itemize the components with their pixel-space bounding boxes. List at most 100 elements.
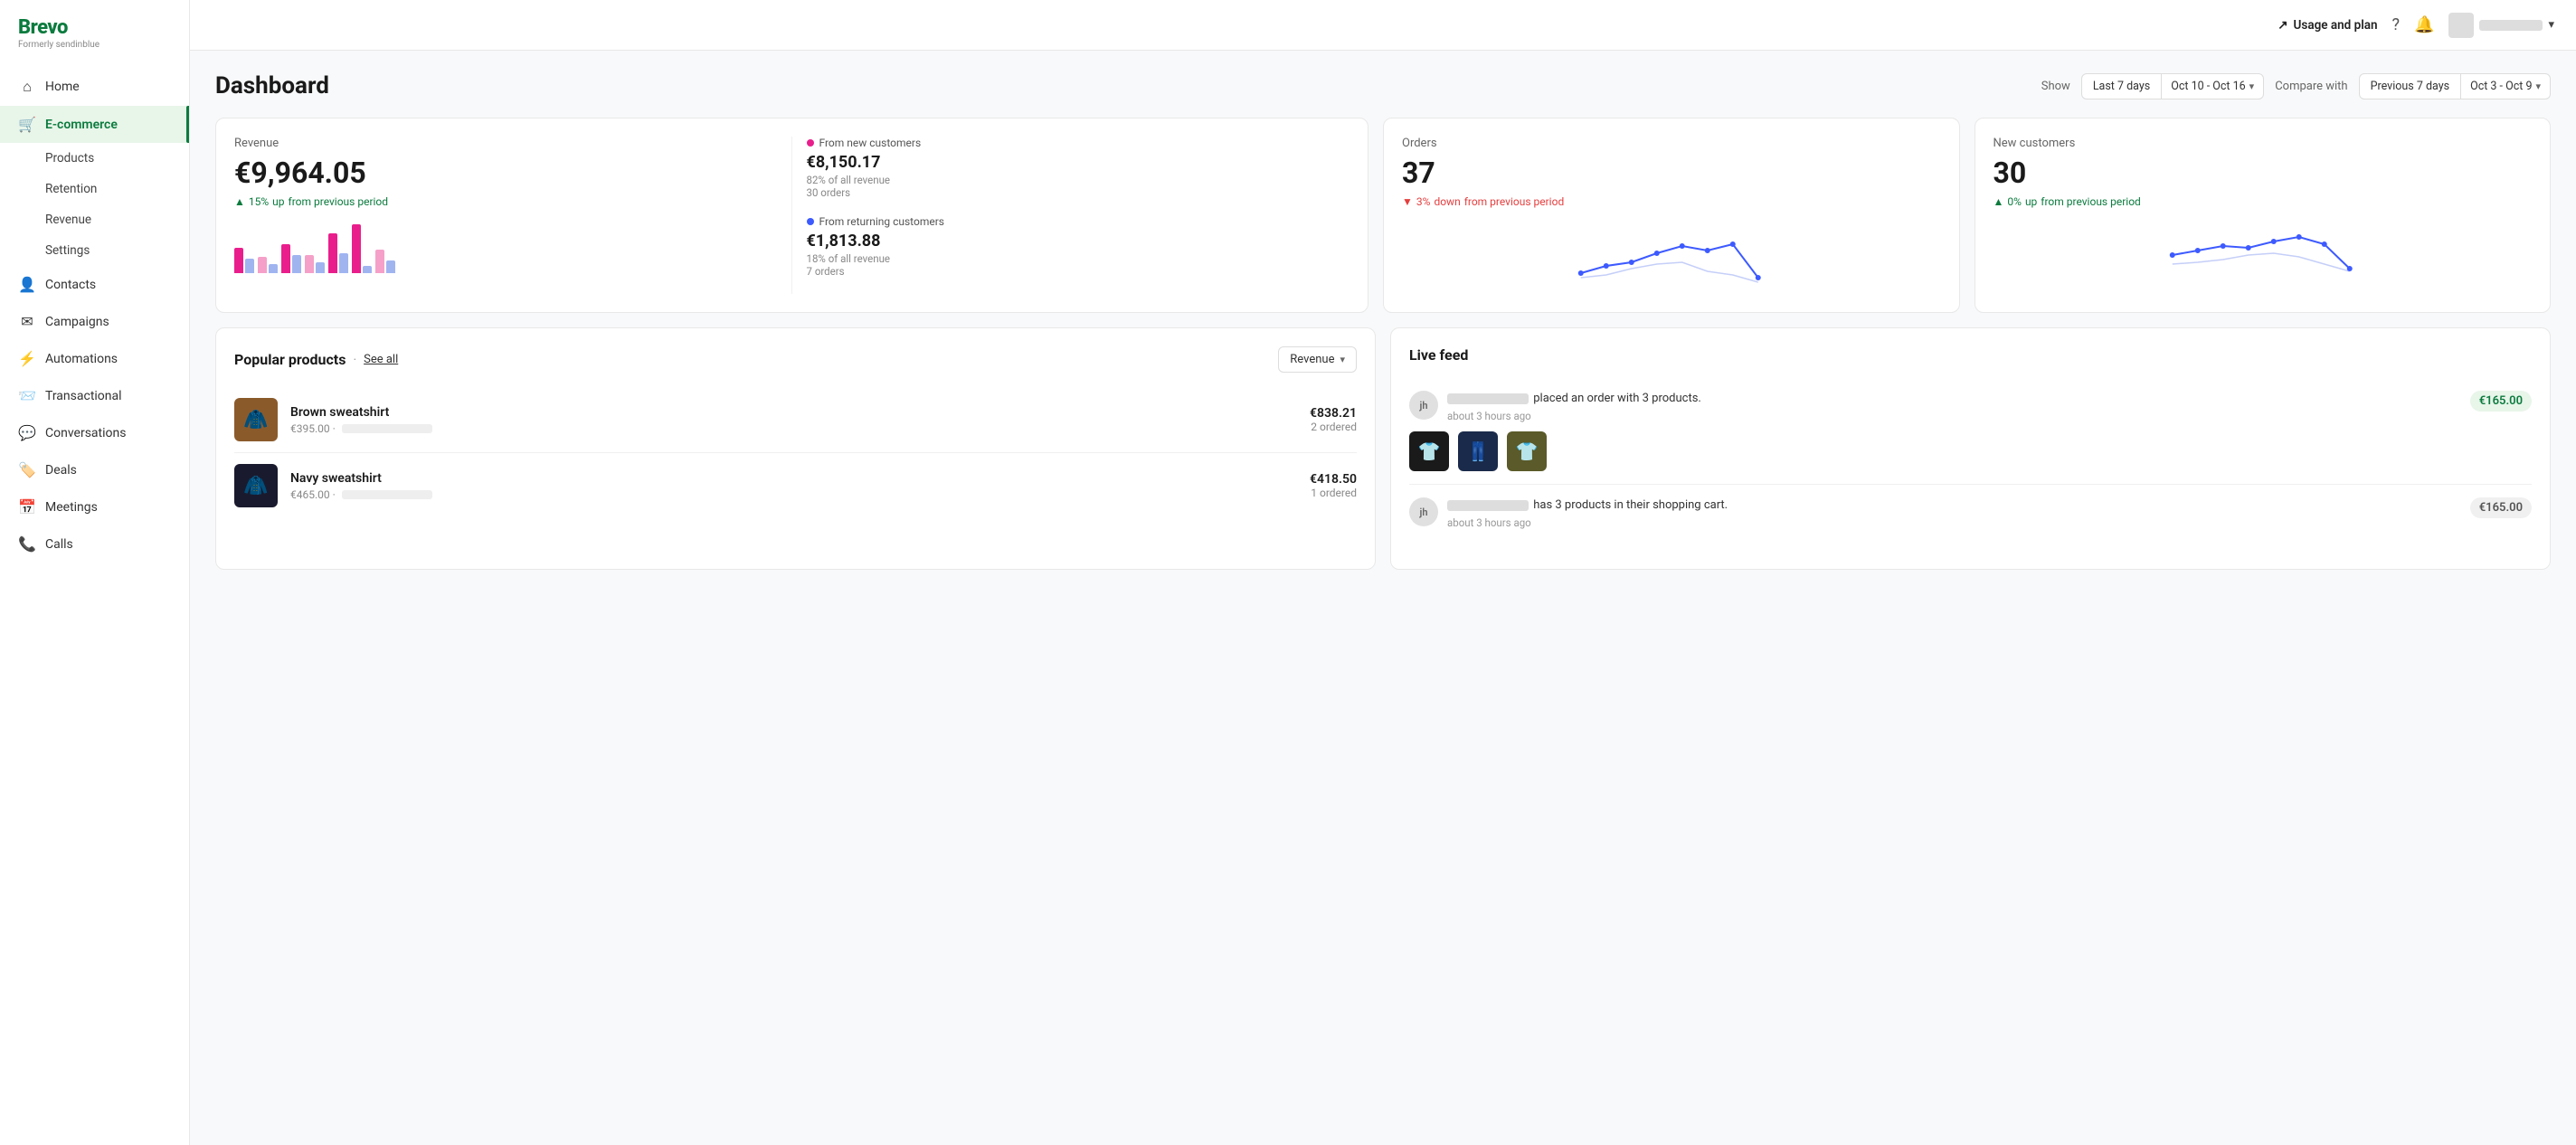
compare-chevron	[2535, 80, 2541, 93]
products-title: Popular products	[234, 351, 346, 368]
orders-svg	[1402, 219, 1941, 291]
feed-item: jh has 3 products in their shopping cart…	[1409, 485, 2532, 551]
sidebar-item-ecommerce[interactable]: 🛒 E-commerce	[0, 106, 189, 143]
sidebar-item-automations[interactable]: ⚡ Automations	[0, 340, 189, 377]
sidebar-item-label: Automations	[45, 352, 118, 366]
returning-customers-dot	[807, 218, 814, 225]
help-icon[interactable]: ?	[2392, 15, 2401, 34]
product-info: Brown sweatshirt €395.00 ·	[290, 405, 1297, 435]
stats-cards-row: Revenue €9,964.05 ▲ 15% up from previous…	[215, 118, 2551, 313]
feed-time: about 3 hours ago	[1447, 410, 2461, 422]
compare-selector[interactable]: Previous 7 days Oct 3 - Oct 9	[2359, 73, 2551, 99]
calls-icon: 📞	[18, 535, 36, 553]
sidebar-item-calls[interactable]: 📞 Calls	[0, 525, 189, 563]
sidebar-item-deals[interactable]: 🏷️ Deals	[0, 451, 189, 488]
home-icon: ⌂	[18, 78, 36, 96]
deals-icon: 🏷️	[18, 461, 36, 478]
sidebar-item-conversations[interactable]: 💬 Conversations	[0, 414, 189, 451]
product-revenue: €418.50	[1310, 472, 1357, 487]
revenue-left: Revenue €9,964.05 ▲ 15% up from previous…	[234, 137, 792, 294]
subitem-label: Revenue	[45, 213, 91, 227]
product-orders: 1 ordered	[1310, 487, 1357, 499]
sidebar-subitem-settings[interactable]: Settings	[0, 235, 189, 266]
bar	[234, 248, 243, 273]
products-title-area: Popular products · See all	[234, 351, 398, 368]
returning-customers-label: From returning customers	[807, 215, 1350, 228]
user-menu[interactable]: ▾	[2448, 13, 2554, 38]
bar	[328, 233, 337, 273]
up-arrow-icon: ▲	[234, 195, 245, 208]
orders-line-chart	[1402, 219, 1941, 291]
sidebar-item-campaigns[interactable]: ✉ Campaigns	[0, 303, 189, 340]
product-meta: €465.00 ·	[290, 488, 1297, 501]
sort-dropdown[interactable]: Revenue	[1278, 346, 1357, 373]
feed-item: jh placed an order with 3 products. abou…	[1409, 378, 2532, 485]
sort-label: Revenue	[1290, 353, 1334, 366]
feed-user-name-blur	[1447, 393, 1529, 404]
feed-text: has 3 products in their shopping cart.	[1447, 497, 2461, 514]
sidebar-item-transactional[interactable]: 📨 Transactional	[0, 377, 189, 414]
feed-item-header: jh has 3 products in their shopping cart…	[1409, 497, 2532, 529]
transactional-icon: 📨	[18, 387, 36, 404]
period-label: Last 7 days	[2082, 74, 2162, 99]
revenue-change-dir: up	[272, 195, 284, 208]
new-customers-card-title: New customers	[1994, 137, 2533, 150]
bar	[316, 262, 325, 273]
orders-title: Orders	[1402, 137, 1941, 150]
sidebar-nav: ⌂ Home 🛒 E-commerce Products Retention R…	[0, 64, 189, 1131]
product-meta: €395.00 ·	[290, 422, 1297, 435]
sidebar-item-label: Campaigns	[45, 315, 109, 329]
bar	[258, 257, 267, 273]
product-meta-blur	[342, 424, 432, 433]
popular-products-card: Popular products · See all Revenue 🧥 Bro…	[215, 327, 1376, 570]
feed-amount: €165.00	[2470, 497, 2532, 518]
sidebar-item-meetings[interactable]: 📅 Meetings	[0, 488, 189, 525]
new-customers-value: €8,150.17	[807, 153, 1350, 172]
revenue-value: €9,964.05	[234, 156, 777, 190]
sidebar-subitem-products[interactable]: Products	[0, 143, 189, 174]
revenue-card-inner: Revenue €9,964.05 ▲ 15% up from previous…	[234, 137, 1350, 294]
usage-and-plan-button[interactable]: ↗ Usage and plan	[2278, 18, 2377, 33]
product-info: Navy sweatshirt €465.00 ·	[290, 471, 1297, 501]
product-stats: €838.21 2 ordered	[1310, 406, 1357, 433]
orders-change-pct: 3%	[1416, 195, 1431, 208]
see-all-link[interactable]: See all	[364, 353, 398, 366]
returning-customers-orders: 7 orders	[807, 265, 1350, 278]
bottom-row: Popular products · See all Revenue 🧥 Bro…	[215, 327, 2551, 570]
product-thumbnail: 🧥	[234, 398, 278, 441]
returning-customers-split: From returning customers €1,813.88 18% o…	[807, 215, 1350, 278]
contacts-icon: 👤	[18, 276, 36, 293]
revenue-mini-chart	[234, 219, 777, 273]
sidebar-item-label: Transactional	[45, 389, 122, 403]
orders-card: Orders 37 ▼ 3% down from previous period	[1383, 118, 1960, 313]
feed-avatar: jh	[1409, 497, 1438, 526]
period-selector[interactable]: Last 7 days Oct 10 - Oct 16	[2081, 73, 2264, 99]
sidebar-item-contacts[interactable]: 👤 Contacts	[0, 266, 189, 303]
sidebar-item-home[interactable]: ⌂ Home	[0, 68, 189, 106]
returning-customers-pct: 18% of all revenue	[807, 252, 1350, 265]
down-arrow-icon: ▼	[1402, 195, 1413, 208]
sidebar-subitem-revenue[interactable]: Revenue	[0, 204, 189, 235]
sidebar-subitem-retention[interactable]: Retention	[0, 174, 189, 204]
revenue-title: Revenue	[234, 137, 777, 150]
logo-sub: Formerly sendinblue	[18, 40, 171, 50]
feed-avatar: jh	[1409, 391, 1438, 420]
bar	[352, 224, 361, 273]
subitem-label: Retention	[45, 182, 97, 196]
user-menu-chevron: ▾	[2548, 18, 2554, 32]
show-label: Show	[2041, 80, 2070, 93]
new-customers-change: ▲ 0% up from previous period	[1994, 195, 2533, 208]
feed-action: has 3 products in their shopping cart.	[1533, 498, 1728, 512]
meta-sep: ·	[333, 422, 338, 435]
notifications-icon[interactable]: 🔔	[2414, 15, 2434, 34]
new-customers-card-value: 30	[1994, 156, 2533, 190]
new-customers-dot	[807, 139, 814, 147]
feed-item-header: jh placed an order with 3 products. abou…	[1409, 391, 2532, 422]
product-name: Navy sweatshirt	[290, 471, 1297, 486]
compare-label: Compare with	[2275, 80, 2347, 93]
bar	[269, 264, 278, 273]
product-price: €395.00	[290, 422, 330, 435]
revenue-change-pct: 15%	[249, 195, 269, 208]
product-row: 🧥 Navy sweatshirt €465.00 · €418.50 1 or…	[234, 453, 1357, 518]
bar	[363, 266, 372, 273]
